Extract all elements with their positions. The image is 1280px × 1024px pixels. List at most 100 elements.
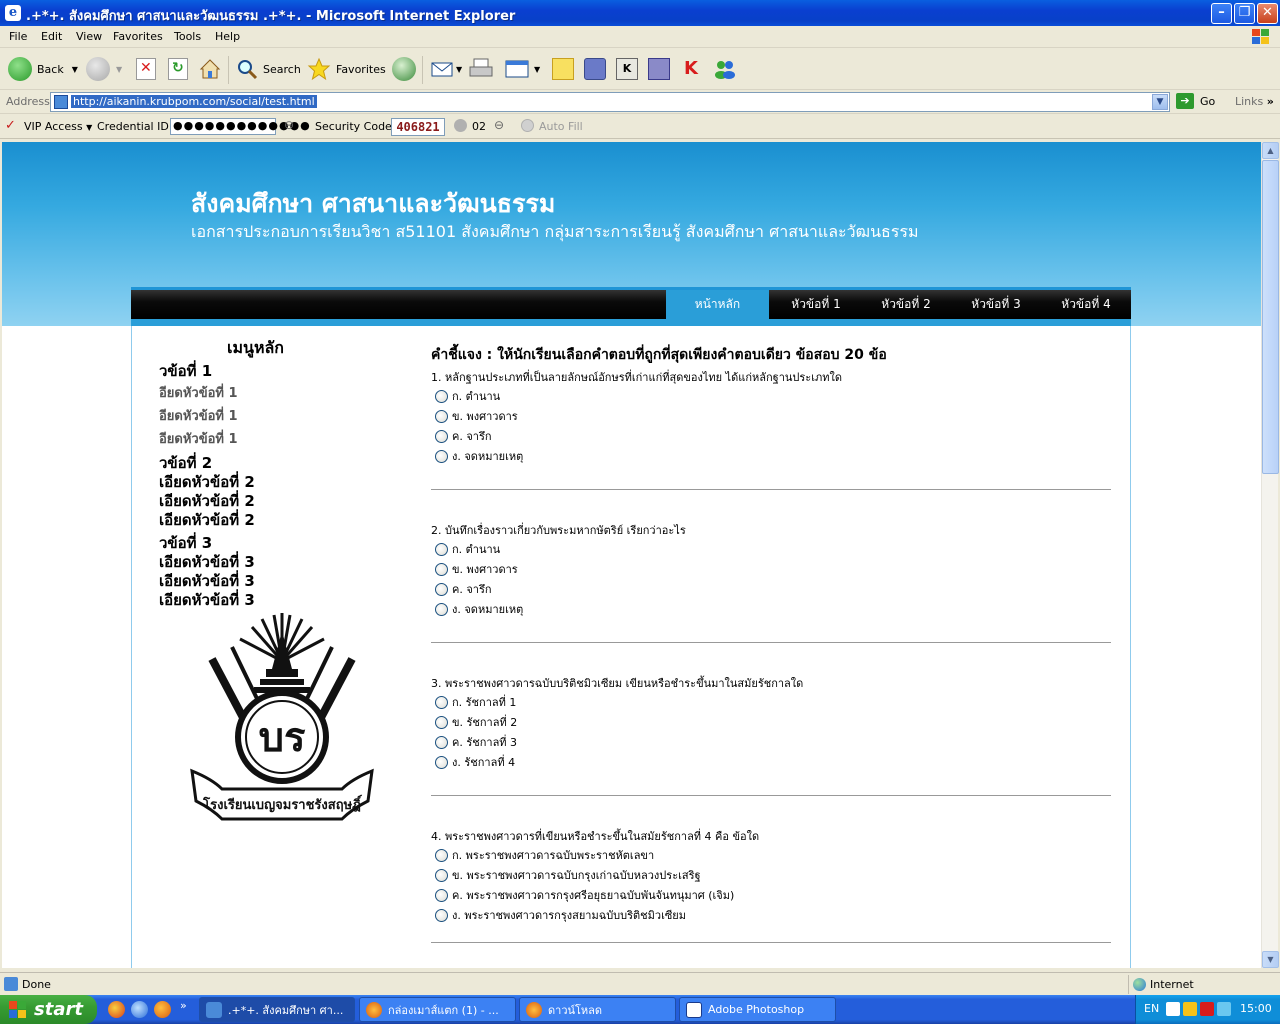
start-button[interactable]: start xyxy=(0,995,97,1024)
nav-tab-topic-1[interactable]: หัวข้อที่ 1 xyxy=(776,290,856,319)
forward-button[interactable]: ▼ xyxy=(86,55,122,83)
radio-button[interactable] xyxy=(435,755,448,769)
edit-dropdown-icon[interactable]: ▼ xyxy=(534,65,540,74)
option-4-d[interactable]: ง. พระราชพงศาวดารกรุงสยามฉบับบริติชมิวเซ… xyxy=(435,907,686,923)
menu-help[interactable]: Help xyxy=(215,30,240,43)
ie-quicklaunch-icon[interactable] xyxy=(131,1001,148,1018)
option-4-b[interactable]: ข. พระราชพงศาวดารฉบับกรุงเก่าฉบับหลวงประ… xyxy=(435,867,701,883)
tray-icon-2[interactable] xyxy=(1183,1002,1197,1016)
option-1-c[interactable]: ค. จารึก xyxy=(435,428,492,444)
option-2-d[interactable]: ง. จดหมายเหตุ xyxy=(435,601,523,617)
task-firefox-2[interactable]: ดาวน์โหลด xyxy=(519,997,676,1022)
radio-button[interactable] xyxy=(435,695,448,709)
search-button[interactable]: Search xyxy=(236,55,301,83)
radio-button[interactable] xyxy=(435,429,448,443)
address-url[interactable]: http://aikanin.krubpom.com/social/test.h… xyxy=(71,95,317,108)
tray-icon-4[interactable] xyxy=(1217,1002,1231,1016)
radio-button[interactable] xyxy=(435,848,448,862)
tray-icon-3[interactable] xyxy=(1200,1002,1214,1016)
home-button[interactable] xyxy=(198,55,222,83)
sidebar-item-2-3[interactable]: เอียดหัวข้อที่ 2 xyxy=(159,508,255,532)
option-3-b[interactable]: ข. รัชกาลที่ 2 xyxy=(435,714,517,730)
task-ie-window[interactable]: .+*+. สังคมศึกษา ศา... xyxy=(199,997,355,1022)
radio-button[interactable] xyxy=(435,715,448,729)
radio-button[interactable] xyxy=(435,449,448,463)
autofill-button[interactable]: Auto Fill xyxy=(539,120,583,133)
quicklaunch-more-icon[interactable]: » xyxy=(180,999,187,1012)
nav-tab-topic-3[interactable]: หัวข้อที่ 3 xyxy=(956,290,1036,319)
sidebar-item-1-2[interactable]: อียดหัวข้อที่ 1 xyxy=(159,405,238,426)
nav-tab-home[interactable]: หน้าหลัก xyxy=(666,290,769,319)
sidebar-item-1-1[interactable]: อียดหัวข้อที่ 1 xyxy=(159,382,238,403)
credential-field[interactable]: ●●●●●●●●●●●●● xyxy=(170,118,310,135)
option-2-c[interactable]: ค. จารึก xyxy=(435,581,492,597)
language-indicator[interactable]: EN xyxy=(1144,1002,1159,1015)
tool-button[interactable] xyxy=(648,55,670,83)
sidebar-item-1-3[interactable]: อียดหัวข้อที่ 1 xyxy=(159,428,238,449)
maximize-button[interactable]: ❐ xyxy=(1234,3,1255,24)
mail-dropdown-icon[interactable]: ▼ xyxy=(456,65,462,74)
address-dropdown-icon[interactable]: ▼ xyxy=(1152,94,1168,110)
go-button[interactable]: ➔ Go xyxy=(1176,93,1215,109)
option-1-d[interactable]: ง. จดหมายเหตุ xyxy=(435,448,523,464)
eye-icon[interactable]: ⊖ xyxy=(494,118,504,132)
tray-icon-1[interactable] xyxy=(1166,1002,1180,1016)
radio-button[interactable] xyxy=(435,582,448,596)
radio-button[interactable] xyxy=(435,542,448,556)
radio-button[interactable] xyxy=(435,389,448,403)
stop-button[interactable]: ✕ xyxy=(136,55,156,83)
address-input[interactable]: http://aikanin.krubpom.com/social/test.h… xyxy=(50,92,1170,112)
scroll-thumb[interactable] xyxy=(1262,160,1279,474)
k-button[interactable]: K xyxy=(616,55,638,83)
close-button[interactable]: ✕ xyxy=(1257,3,1278,24)
task-firefox-1[interactable]: กล่องเมาส์แตก (1) - ... xyxy=(359,997,516,1022)
option-3-c[interactable]: ค. รัชกาลที่ 3 xyxy=(435,734,517,750)
firefox-quicklaunch-icon[interactable] xyxy=(154,1001,171,1018)
kaspersky-button[interactable]: K xyxy=(680,55,702,83)
edit-button[interactable]: ▼ xyxy=(504,55,540,83)
contacts-button[interactable] xyxy=(712,55,738,83)
forward-dropdown-icon[interactable]: ▼ xyxy=(116,65,122,74)
option-4-c[interactable]: ค. พระราชพงศาวดารกรุงศรีอยุธยาฉบับพันจัน… xyxy=(435,887,734,903)
print-button[interactable] xyxy=(468,55,494,83)
scroll-up-icon[interactable]: ▲ xyxy=(1262,142,1279,159)
menu-file[interactable]: File xyxy=(9,30,27,43)
task-photoshop[interactable]: Adobe Photoshop xyxy=(679,997,836,1022)
nav-tab-topic-2[interactable]: หัวข้อที่ 2 xyxy=(866,290,946,319)
radio-button[interactable] xyxy=(435,888,448,902)
option-4-a[interactable]: ก. พระราชพงศาวดารฉบับพระราชหัตเลขา xyxy=(435,847,654,863)
option-1-b[interactable]: ข. พงศาวดาร xyxy=(435,408,518,424)
sidebar-heading-topic-1[interactable]: วข้อที่ 1 xyxy=(159,359,212,383)
radio-button[interactable] xyxy=(435,868,448,882)
scroll-down-icon[interactable]: ▼ xyxy=(1262,951,1279,968)
notes-button[interactable] xyxy=(552,55,574,83)
menu-view[interactable]: View xyxy=(76,30,102,43)
favorites-button[interactable]: Favorites xyxy=(307,55,386,83)
radio-button[interactable] xyxy=(435,602,448,616)
links-label[interactable]: Links » xyxy=(1235,95,1274,108)
chrome-quicklaunch-icon[interactable] xyxy=(108,1001,125,1018)
radio-button[interactable] xyxy=(435,735,448,749)
menu-edit[interactable]: Edit xyxy=(41,30,62,43)
radio-button[interactable] xyxy=(435,562,448,576)
option-2-a[interactable]: ก. ตำนาน xyxy=(435,541,500,557)
mail-button[interactable]: ▼ xyxy=(430,55,462,83)
history-button[interactable] xyxy=(392,55,416,83)
vip-access-menu[interactable]: VIP Access ▼ xyxy=(24,120,92,133)
menu-favorites[interactable]: Favorites xyxy=(113,30,163,43)
messenger-button[interactable] xyxy=(584,55,606,83)
refresh-button[interactable]: ↻ xyxy=(168,55,188,83)
menu-tools[interactable]: Tools xyxy=(174,30,201,43)
option-3-a[interactable]: ก. รัชกาลที่ 1 xyxy=(435,694,516,710)
minimize-button[interactable]: – xyxy=(1211,3,1232,24)
radio-button[interactable] xyxy=(435,908,448,922)
option-3-d[interactable]: ง. รัชกาลที่ 4 xyxy=(435,754,515,770)
option-1-a[interactable]: ก. ตำนาน xyxy=(435,388,500,404)
nav-tab-topic-4[interactable]: หัวข้อที่ 4 xyxy=(1046,290,1126,319)
vertical-scrollbar[interactable]: ▲ ▼ xyxy=(1261,142,1279,968)
eye-icon[interactable]: ⊖ xyxy=(284,118,294,132)
back-dropdown-icon[interactable]: ▼ xyxy=(72,65,78,74)
option-2-b[interactable]: ข. พงศาวดาร xyxy=(435,561,518,577)
radio-button[interactable] xyxy=(435,409,448,423)
back-button[interactable]: Back ▼ xyxy=(8,55,78,83)
